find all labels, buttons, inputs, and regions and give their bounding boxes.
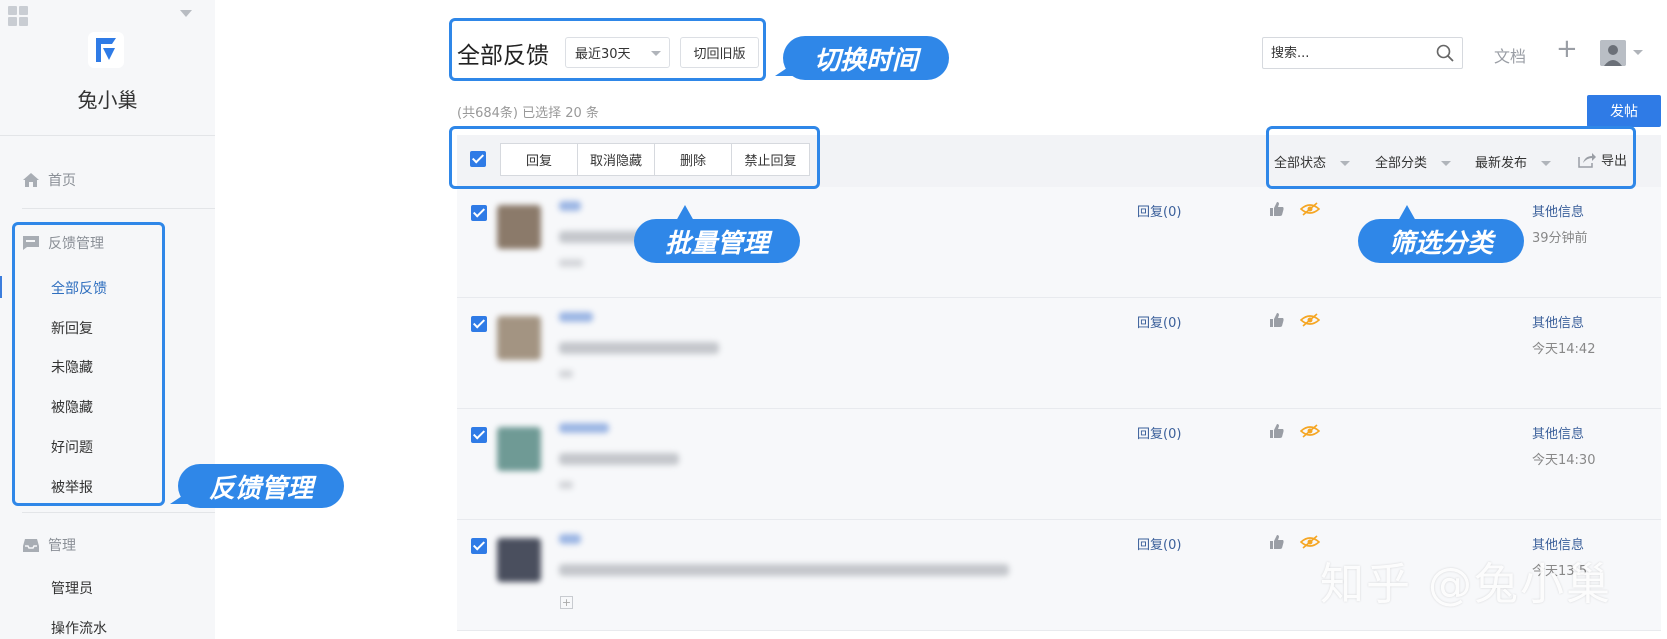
nav-group-manage: 管理 (22, 535, 76, 555)
brand-name: 兔小巢 (77, 88, 138, 112)
feedback-text[interactable] (559, 564, 1009, 576)
thumbs-up-icon[interactable] (1269, 534, 1285, 550)
divider (22, 512, 215, 513)
search-input[interactable] (1271, 38, 1431, 68)
row-time: 今天14:42 (1532, 342, 1596, 357)
reply-link[interactable]: 回复(0) (1137, 423, 1181, 442)
other-info-link[interactable]: 其他信息 (1532, 423, 1584, 442)
inbox-icon (23, 539, 39, 552)
other-info-link[interactable]: 其他信息 (1532, 312, 1584, 331)
avatar-caret-icon[interactable] (1633, 50, 1643, 55)
user-avatar[interactable] (497, 316, 541, 360)
table-row: 回复(0) 其他信息 今天14:42 (457, 298, 1661, 409)
user-avatar[interactable] (497, 205, 541, 249)
user-name[interactable] (559, 534, 581, 544)
feedback-text[interactable] (559, 342, 719, 354)
reply-link[interactable]: 回复(0) (1137, 534, 1181, 553)
feedback-meta (559, 370, 573, 378)
user-avatar[interactable] (497, 538, 541, 582)
row-checkbox[interactable] (471, 427, 487, 443)
feedback-meta (559, 481, 573, 489)
eye-hidden-icon[interactable] (1300, 201, 1320, 217)
callout-filter-category-label: 筛选分类 (1388, 228, 1493, 259)
user-name[interactable] (559, 312, 593, 322)
add-icon[interactable]: + (1556, 36, 1578, 62)
active-indicator (0, 276, 2, 298)
thumbs-up-icon[interactable] (1269, 201, 1285, 217)
callout-tail (170, 492, 188, 504)
feedback-text[interactable] (559, 453, 679, 465)
eye-hidden-icon[interactable] (1300, 312, 1320, 328)
nav-home-label: 首页 (48, 173, 76, 189)
divider (0, 135, 215, 136)
user-name[interactable] (559, 423, 609, 433)
row-time: 39分钟前 (1532, 231, 1588, 246)
row-checkbox[interactable] (471, 538, 487, 554)
nav-group-manage-label: 管理 (48, 538, 76, 554)
sidebar-item-admins[interactable]: 管理员 (51, 578, 93, 598)
user-avatar[interactable] (497, 427, 541, 471)
table-row: 回复(0) 其他信息 今天14:30 (457, 409, 1661, 520)
row-time: 今天14:30 (1532, 453, 1596, 468)
callout-tail (775, 64, 793, 76)
selection-count: (共684条) 已选择 20 条 (457, 106, 599, 121)
avatar[interactable] (1600, 40, 1626, 66)
reply-link[interactable]: 回复(0) (1137, 201, 1181, 220)
other-info-link[interactable]: 其他信息 (1532, 201, 1584, 220)
callout-batch-manage: 批量管理 (634, 205, 800, 263)
callout-batch-manage-label: 批量管理 (664, 228, 769, 259)
brand-logo-icon (88, 32, 124, 68)
user-avatar-icon (1600, 40, 1626, 66)
highlight-time-switch (449, 18, 766, 81)
nav-home[interactable]: 首页 (22, 170, 76, 190)
eye-hidden-icon[interactable] (1300, 423, 1320, 439)
callout-feedback-manage-label: 反馈管理 (208, 473, 313, 504)
feedback-meta (559, 259, 583, 267)
search-icon[interactable] (1436, 44, 1454, 62)
row-checkbox[interactable] (471, 205, 487, 221)
callout-filter-category: 筛选分类 (1358, 205, 1524, 263)
callout-feedback-manage: 反馈管理 (170, 464, 344, 508)
callout-tail (676, 205, 694, 221)
highlight-filter (1266, 126, 1636, 189)
watermark: 知乎 @兔小巢 (1320, 559, 1612, 610)
callout-switch-time: 切换时间 (775, 36, 949, 80)
reply-link[interactable]: 回复(0) (1137, 312, 1181, 331)
row-checkbox[interactable] (471, 316, 487, 332)
highlight-feedback-nav (12, 222, 165, 506)
docs-link[interactable]: 文档 (1494, 43, 1526, 67)
add-icon[interactable]: + (560, 596, 573, 609)
app-grid-icon[interactable] (8, 6, 28, 26)
divider (22, 208, 215, 209)
highlight-batch-manage (449, 126, 820, 189)
callout-tail (1398, 205, 1416, 221)
search-box (1262, 37, 1463, 69)
thumbs-up-icon[interactable] (1269, 312, 1285, 328)
new-post-button[interactable]: 发帖 (1587, 95, 1661, 127)
home-icon (23, 173, 39, 187)
thumbs-up-icon[interactable] (1269, 423, 1285, 439)
eye-hidden-icon[interactable] (1300, 534, 1320, 550)
callout-switch-time-label: 切换时间 (813, 45, 918, 76)
caret-down-icon[interactable] (180, 10, 192, 17)
sidebar-item-operation-log[interactable]: 操作流水 (51, 618, 107, 638)
user-name[interactable] (559, 201, 581, 211)
